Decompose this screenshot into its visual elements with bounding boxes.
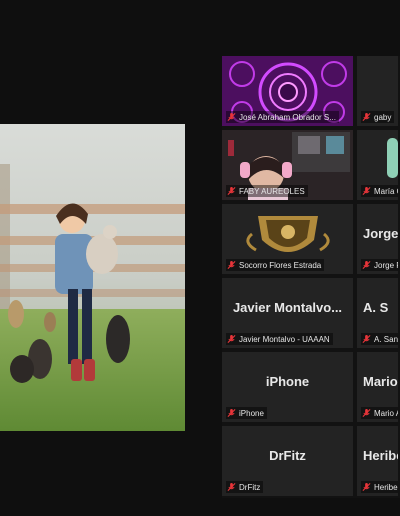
muted-mic-icon xyxy=(227,112,236,121)
participant-tile[interactable]: A. S A. Sand xyxy=(357,278,398,348)
participant-name-label: A. Sand xyxy=(361,333,398,345)
participant-tile[interactable]: iPhone iPhone xyxy=(222,352,353,422)
participant-name: DrFitz xyxy=(239,482,261,492)
participant-name: Javier Montalvo - UAAAN xyxy=(239,334,330,344)
participant-name-label: José Abraham Obrador S... xyxy=(226,111,339,123)
participant-name-label: iPhone xyxy=(226,407,267,419)
muted-mic-icon xyxy=(227,186,236,195)
participant-tile[interactable]: Mario Mario A xyxy=(357,352,398,422)
participant-tile[interactable]: FABY AUREOLES xyxy=(222,130,353,200)
participant-name: FABY AUREOLES xyxy=(239,186,305,196)
participant-tile[interactable]: Jorge Jorge F xyxy=(357,204,398,274)
muted-mic-icon xyxy=(227,260,236,269)
participant-name: Jorge F xyxy=(374,260,398,270)
participant-name-label: Javier Montalvo - UAAAN xyxy=(226,333,333,345)
participant-name: gaby xyxy=(374,112,392,122)
shared-photo xyxy=(0,124,185,431)
participant-name: Heribe xyxy=(374,482,398,492)
participant-name-label: Mario A xyxy=(361,407,398,419)
participant-display-name: A. S xyxy=(363,300,389,315)
participant-name-label: Heribe xyxy=(361,481,398,493)
participant-name: María G xyxy=(374,186,398,196)
muted-mic-icon xyxy=(227,408,236,417)
participant-name: José Abraham Obrador S... xyxy=(239,112,336,122)
participant-display-name: DrFitz xyxy=(269,448,306,463)
muted-mic-icon xyxy=(362,260,371,269)
participant-name: Mario A xyxy=(374,408,398,418)
participant-display-name: Jorge xyxy=(363,226,398,241)
participant-tile[interactable]: Javier Montalvo... Javier Montalvo - UAA… xyxy=(222,278,353,348)
participant-display-name: iPhone xyxy=(265,374,310,389)
participant-display-name: Heribe xyxy=(363,448,398,463)
participant-name-label: María G xyxy=(361,185,398,197)
participant-display-name: Javier Montalvo... xyxy=(232,300,343,315)
participant-tile[interactable]: DrFitz DrFitz xyxy=(222,426,353,496)
participant-name: Socorro Flores Estrada xyxy=(239,260,322,270)
muted-mic-icon xyxy=(362,186,371,195)
participant-name-label: FABY AUREOLES xyxy=(226,185,308,197)
muted-mic-icon xyxy=(362,112,371,121)
participant-name-label: gaby xyxy=(361,111,395,123)
participant-gallery: José Abraham Obrador S... gaby FABY AURE… xyxy=(222,56,400,498)
participant-display-name: Mario xyxy=(363,374,398,389)
muted-mic-icon xyxy=(362,334,371,343)
participant-name: A. Sand xyxy=(374,334,398,344)
participant-tile[interactable]: Heribe Heribe xyxy=(357,426,398,496)
participant-tile[interactable]: gaby xyxy=(357,56,398,126)
muted-mic-icon xyxy=(362,408,371,417)
shared-screen xyxy=(0,124,185,431)
participant-name-label: DrFitz xyxy=(226,481,264,493)
muted-mic-icon xyxy=(362,482,371,491)
participant-tile[interactable]: María G xyxy=(357,130,398,200)
muted-mic-icon xyxy=(227,482,236,491)
participant-name-label: Jorge F xyxy=(361,259,398,271)
participant-name-label: Socorro Flores Estrada xyxy=(226,259,325,271)
participant-name: iPhone xyxy=(239,408,264,418)
muted-mic-icon xyxy=(227,334,236,343)
participant-tile[interactable]: José Abraham Obrador S... xyxy=(222,56,353,126)
participant-tile[interactable]: Socorro Flores Estrada xyxy=(222,204,353,274)
